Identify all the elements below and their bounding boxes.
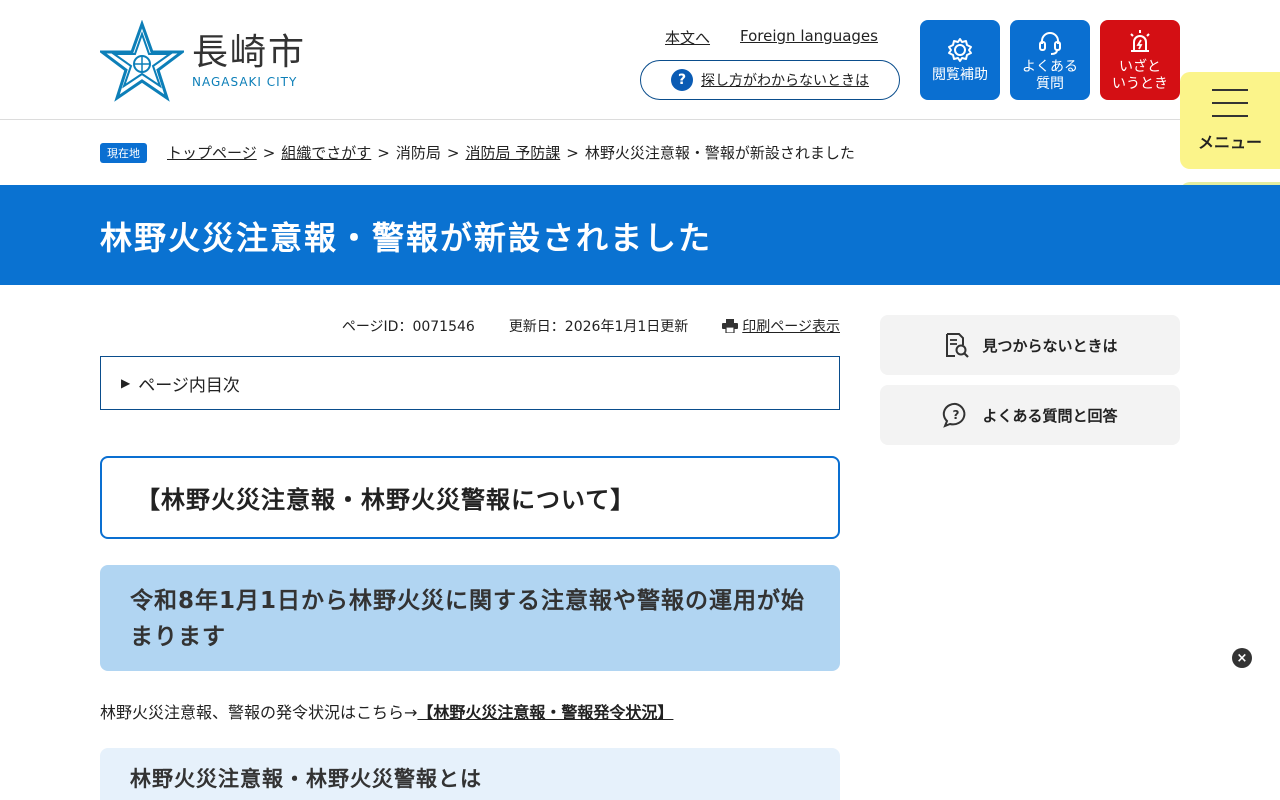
breadcrumb-separator: > (446, 143, 460, 162)
site-header: 長崎市 NAGASAKI CITY 本文へ Foreign languages … (0, 0, 1280, 120)
foreign-languages-link[interactable]: Foreign languages (740, 27, 878, 48)
subsection-heading: 令和8年1月1日から林野火災に関する注意報や警報の運用が始まります (100, 565, 840, 671)
current-location-badge: 現在地 (100, 142, 147, 163)
question-bubble-icon: ? (943, 402, 966, 428)
star-logo-icon (100, 20, 184, 102)
breadcrumb: 現在地 トップページ > 組織でさがす > 消防局 > 消防局 予防課 > 林野… (100, 142, 855, 163)
breadcrumb-separator: > (377, 143, 390, 162)
page-id: ページID：0071546 (341, 319, 475, 335)
printer-icon (722, 319, 739, 333)
page-title: 林野火災注意報・警報が新設されました (100, 219, 713, 257)
close-icon: × (1236, 650, 1248, 666)
breadcrumb-top[interactable]: トップページ (167, 142, 257, 163)
page-meta: ページID：0071546 更新日：2026年1月1日更新 印刷ページ表示 (100, 316, 840, 336)
breadcrumb-separator: > (566, 143, 579, 162)
faq-card-label: よくある質問と回答 (982, 406, 1118, 425)
alarm-light-icon (1130, 29, 1150, 52)
svg-text:?: ? (953, 408, 960, 422)
question-icon: ? (671, 69, 693, 91)
faq-label: よくある 質問 (1022, 58, 1078, 92)
breadcrumb-current: 林野火災注意報・警報が新設されました (584, 144, 855, 162)
print-link[interactable]: 印刷ページ表示 (722, 316, 840, 336)
faq-card[interactable]: ? よくある質問と回答 (880, 385, 1180, 445)
faq-button[interactable]: よくある 質問 (1010, 20, 1090, 100)
hamburger-icon (1212, 88, 1248, 117)
section-heading: 【林野火災注意報・林野火災警報について】 (100, 456, 840, 539)
menu-label: メニュー (1197, 132, 1262, 152)
breadcrumb-separator: > (262, 143, 276, 162)
logo-text-jp: 長崎市 (192, 32, 307, 73)
not-found-label: 見つからないときは (982, 336, 1118, 355)
breadcrumb-fire-dept: 消防局 (395, 144, 441, 162)
skip-to-main-link[interactable]: 本文へ (665, 27, 710, 48)
headset-icon (1039, 31, 1061, 55)
accessibility-label: 閲覧補助 (932, 67, 988, 83)
site-logo[interactable]: 長崎市 NAGASAKI CITY (100, 20, 306, 102)
how-to-search-button[interactable]: ? 探し方がわからないときは (640, 60, 900, 100)
caret-right-icon: ▶ (121, 376, 131, 390)
menu-button[interactable]: メニュー (1180, 72, 1280, 169)
updated-date: 更新日：2026年1月1日更新 (508, 319, 689, 335)
accessibility-button[interactable]: 閲覧補助 (920, 20, 1000, 100)
toc-label: ページ内目次 (138, 375, 240, 396)
status-link[interactable]: 【林野火災注意報・警報発令状況】 (417, 703, 673, 722)
status-text: 林野火災注意報、警報の発令状況はこちら→ (100, 703, 418, 722)
breadcrumb-organization[interactable]: 組織でさがす (281, 142, 371, 163)
how-to-search-label: 探し方がわからないときは (701, 73, 869, 89)
document-search-icon (946, 333, 970, 358)
logo-text-en: NAGASAKI CITY (192, 75, 298, 89)
definition-heading: 林野火災注意報・林野火災警報とは (100, 748, 840, 800)
close-button[interactable]: × (1232, 648, 1252, 668)
breadcrumb-prevention[interactable]: 消防局 予防課 (465, 142, 560, 163)
title-band: 林野火災注意報・警報が新設されました (0, 185, 1280, 285)
status-paragraph: 林野火災注意報、警報の発令状況はこちら→【林野火災注意報・警報発令状況】 (100, 699, 673, 723)
table-of-contents-toggle[interactable]: ▶ ページ内目次 (100, 356, 840, 410)
not-found-help-card[interactable]: 見つからないときは (880, 315, 1180, 375)
emergency-label: いざと いうとき (1112, 58, 1168, 92)
emergency-button[interactable]: いざと いうとき (1100, 20, 1180, 100)
gear-icon (948, 38, 972, 62)
print-label: 印刷ページ表示 (742, 319, 840, 335)
